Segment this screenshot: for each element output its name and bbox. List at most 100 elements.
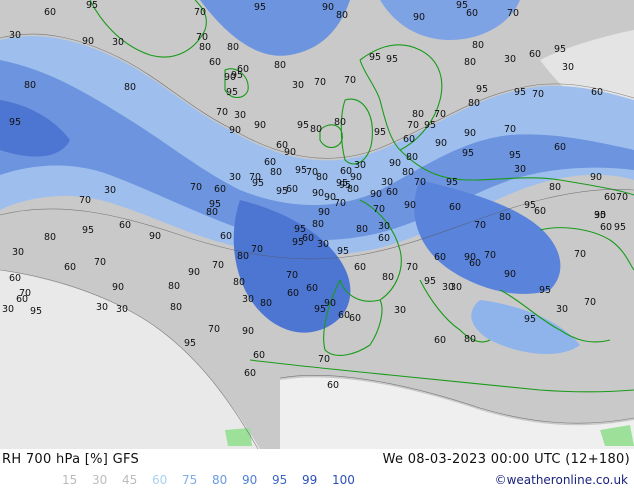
contour-value-label: 60 [220, 231, 232, 242]
contour-value-label: 60 [604, 192, 616, 203]
color-legend: 15 30 45 60 75 80 90 95 99 100 [62, 473, 362, 487]
legend-item: 15 [62, 473, 78, 487]
contour-value-label: 60 [449, 202, 461, 213]
contour-value-label: 60 [349, 313, 361, 324]
contour-value-label: 90 [350, 172, 362, 183]
legend-item: 30 [92, 473, 108, 487]
contour-value-label: 30 [116, 304, 128, 315]
contour-value-label: 95 [462, 148, 474, 159]
contour-value-label: 70 [196, 32, 208, 43]
legend-item: 100 [332, 473, 355, 487]
contour-value-label: 80 [310, 124, 322, 135]
contour-value-label: 70 [373, 204, 385, 215]
contour-value-label: 80 [24, 80, 36, 91]
contour-value-label: 95 [476, 84, 488, 95]
contour-value-label: 95 [386, 54, 398, 65]
contour-value-label: 95 [252, 178, 264, 189]
contour-value-label: 80 [124, 82, 136, 93]
contour-value-label: 90 [389, 158, 401, 169]
contour-value-label: 30 [292, 80, 304, 91]
contour-value-label: 90 [464, 128, 476, 139]
contour-value-label: 60 [16, 294, 28, 305]
contour-value-label: 80 [347, 184, 359, 195]
contour-value-label: 95 [226, 87, 238, 98]
contour-value-label: 95 [514, 87, 526, 98]
contour-value-label: 80 [44, 232, 56, 243]
contour-value-label: 80 [472, 40, 484, 51]
contour-value-label: 70 [190, 182, 202, 193]
contour-value-label: 30 [450, 282, 462, 293]
contour-value-label: 90 [322, 2, 334, 13]
contour-value-label: 80 [270, 167, 282, 178]
contour-value-label: 80 [499, 212, 511, 223]
contour-value-label: 80 [402, 167, 414, 178]
contour-value-label: 80 [464, 57, 476, 68]
contour-value-label: 80 [334, 117, 346, 128]
contour-value-label: 70 [314, 77, 326, 88]
contour-value-label: 70 [584, 297, 596, 308]
contour-value-label: 70 [79, 195, 91, 206]
contour-value-label: 80 [382, 272, 394, 283]
contour-value-label: 60 [287, 288, 299, 299]
contour-value-label: 80 [464, 334, 476, 345]
contour-value-label: 95 [509, 150, 521, 161]
contour-value-label: 90 [112, 282, 124, 293]
map-title: RH 700 hPa [%] GFS [2, 452, 140, 467]
contour-value-label: 90 [312, 188, 324, 199]
contour-value-label: 80 [233, 277, 245, 288]
contour-value-label: 80 [168, 281, 180, 292]
contour-value-label: 70 [484, 250, 496, 261]
legend-item: 60 [152, 473, 168, 487]
contour-value-label: 95 [524, 200, 536, 211]
contour-value-label: 60 [9, 273, 21, 284]
contour-value-label: 60 [434, 335, 446, 346]
contour-value-label: 30 [242, 294, 254, 305]
contour-value-label: 30 [234, 110, 246, 121]
contour-value-label: 70 [194, 7, 206, 18]
contour-value-label: 60 [354, 262, 366, 273]
contour-value-label: 60 [466, 8, 478, 19]
contour-value-label: 95 [524, 314, 536, 325]
contour-value-label: 80 [406, 152, 418, 163]
contour-value-label: 30 [12, 247, 24, 258]
contour-value-label: 30 [229, 172, 241, 183]
contour-value-label: 95 [369, 52, 381, 63]
contour-value-label: 60 [244, 368, 256, 379]
contour-value-label: 70 [251, 244, 263, 255]
contour-value-label: 30 [2, 304, 14, 315]
contour-value-label: 90 [404, 200, 416, 211]
contour-value-label: 70 [504, 124, 516, 135]
contour-value-label: 95 [184, 338, 196, 349]
contour-value-label: 95 [554, 44, 566, 55]
contour-value-label: 30 [556, 304, 568, 315]
contour-value-label: 70 [208, 324, 220, 335]
contour-value-label: 80 [199, 42, 211, 53]
contour-value-label: 95 [82, 225, 94, 236]
contour-value-label: 90 [504, 269, 516, 280]
contour-value-label: 60 [338, 310, 350, 321]
contour-value-label: 95 [254, 2, 266, 13]
contour-value-label: 30 [381, 177, 393, 188]
contour-value-label: 95 [614, 222, 626, 233]
contour-value-label: 60 [554, 142, 566, 153]
contour-value-label: 95 [86, 0, 98, 11]
contour-value-label: 70 [344, 75, 356, 86]
contour-value-label: 80 [549, 182, 561, 193]
contour-value-label: 90 [82, 36, 94, 47]
contour-value-label: 60 [44, 7, 56, 18]
contour-value-label: 60 [64, 262, 76, 273]
legend-item: 95 [272, 473, 288, 487]
contour-value-label: 70 [616, 192, 628, 203]
credit-link[interactable]: ©weatheronline.co.uk [495, 473, 628, 487]
contour-value-label: 80 [412, 109, 424, 120]
contour-value-label: 90 [435, 138, 447, 149]
contour-value-label: 80 [227, 42, 239, 53]
contour-value-label: 70 [434, 109, 446, 120]
contour-value-label: 80 [170, 302, 182, 313]
contour-value-label: 60 [253, 350, 265, 361]
contour-value-label: 70 [94, 257, 106, 268]
contour-value-label: 70 [318, 354, 330, 365]
contour-value-label: 60 [306, 283, 318, 294]
legend-item: 45 [122, 473, 138, 487]
dry-land-patch-1 [225, 428, 252, 446]
